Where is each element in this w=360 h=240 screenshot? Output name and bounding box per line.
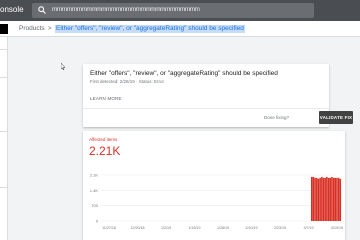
x-tick-label: 2/23/19	[274, 226, 286, 230]
x-tick-label: 12/20/18	[131, 226, 145, 230]
chart-bar[interactable]	[322, 177, 325, 221]
y-tick-label: 2.1K	[90, 173, 99, 178]
chart-bar[interactable]	[316, 177, 318, 221]
chart-bar[interactable]	[331, 176, 333, 221]
affected-items-count: 2.21K	[89, 144, 121, 158]
x-tick-label: 1/28/19	[217, 226, 229, 230]
chart-bar[interactable]	[336, 177, 338, 221]
sidebar-divider	[0, 131, 8, 132]
chart-bar[interactable]	[332, 177, 335, 221]
mouse-cursor-icon	[61, 63, 65, 70]
search-icon[interactable]	[38, 6, 46, 14]
chart-bar[interactable]	[314, 177, 316, 221]
search-masked-value: mmmmmmmmmmmmmmmmmmmmmmmmmmmmmm	[52, 6, 200, 13]
chart-bar[interactable]	[324, 177, 326, 221]
sidebar-divider	[0, 187, 8, 188]
app-title: onsole	[0, 5, 24, 14]
card-divider	[83, 108, 329, 109]
issue-meta: First detected: 2/28/19 · Status: Error	[90, 79, 165, 84]
chart-bar[interactable]	[326, 176, 328, 221]
affected-items-label: Affected items	[89, 137, 118, 142]
chart-bar[interactable]	[312, 176, 315, 221]
breadcrumb-products-link[interactable]: Products	[19, 25, 45, 33]
done-fixing-label: Done fixing?	[263, 115, 289, 120]
y-tick-label: 700	[91, 203, 98, 208]
sidebar-divider	[0, 77, 8, 78]
search-input[interactable]: mmmmmmmmmmmmmmmmmmmmmmmmmmmmmm	[52, 6, 200, 13]
top-app-bar: onsole mmmmmmmmmmmmmmmmmmmmmmmmmmmmmm	[0, 0, 360, 21]
validate-fix-button[interactable]: VALIDATE FIX	[319, 111, 353, 124]
y-tick-label: 0	[96, 219, 99, 224]
sidebar-toggle[interactable]	[0, 24, 8, 34]
chevron-right-icon: >	[48, 26, 52, 32]
breadcrumb-current-issue: Either "offers", "review", or "aggregate…	[55, 25, 245, 33]
issue-details-card: Either "offers", "review", or "aggregate…	[83, 64, 353, 127]
chart-bar[interactable]	[321, 176, 323, 221]
affected-items-card: Affected items 2.21K 2.1K 1.4K 700 0 11/27/1…	[83, 131, 345, 240]
chart-bar[interactable]	[311, 176, 313, 221]
chart-bar[interactable]	[317, 178, 320, 221]
x-tick-label: 2/10/19	[246, 226, 258, 230]
y-tick-label: 1.4K	[90, 188, 99, 193]
chart-bar[interactable]	[319, 177, 321, 221]
x-tick-label: 1/2/19	[161, 226, 171, 230]
sidebar-divider	[0, 49, 8, 50]
learn-more-link[interactable]: LEARN MORE	[90, 96, 122, 101]
url-inspection-search[interactable]: mmmmmmmmmmmmmmmmmmmmmmmmmmmmmm	[32, 3, 314, 18]
chart-bar[interactable]	[327, 177, 330, 221]
x-tick-label: 11/27/18	[102, 226, 116, 230]
affected-items-chart: 2.1K 1.4K 700 011/27/18 12/20/18 1/2/19 1/15/1…	[90, 173, 343, 231]
sidebar	[0, 37, 8, 240]
chart-bar[interactable]	[337, 177, 340, 221]
x-tick-label: 3/7/19	[304, 226, 314, 230]
chart-bar[interactable]	[339, 178, 342, 221]
chart-bar[interactable]	[334, 177, 337, 221]
breadcrumb: Products > Either "offers", "review", or…	[0, 21, 360, 37]
chart-bar[interactable]	[329, 177, 331, 221]
issue-title: Either "offers", "review", or "aggregate…	[90, 70, 278, 77]
x-tick-label: 3/19/19	[331, 226, 343, 230]
x-tick-label: 1/15/19	[189, 226, 201, 230]
